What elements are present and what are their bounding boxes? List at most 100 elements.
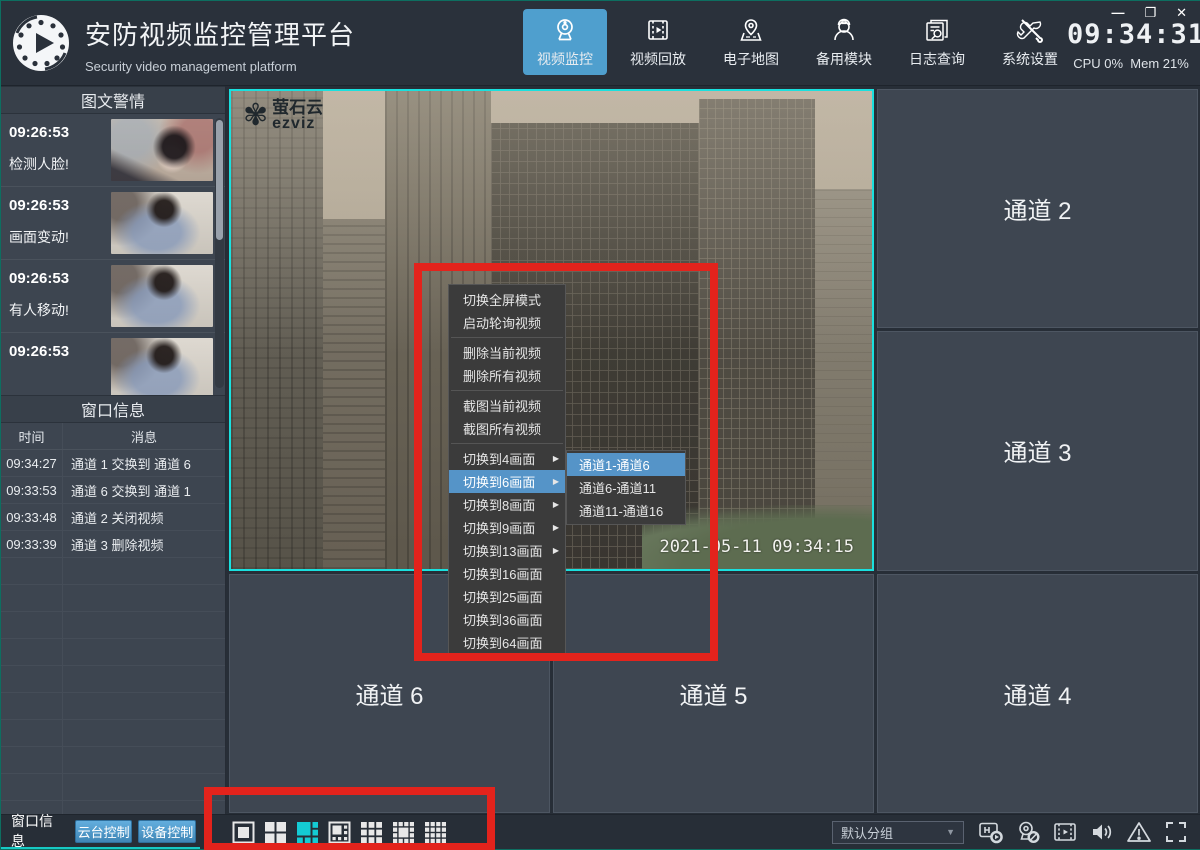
table-row[interactable]: 09:33:53 通道 6 交换到 通道 1: [1, 477, 225, 504]
context-submenu: 通道1-通道6 通道6-通道11 通道11-通道16: [566, 450, 686, 525]
menu-item-start-polling[interactable]: 启动轮询视频: [449, 311, 565, 334]
menu-item-switch-8[interactable]: 切换到8画面 ▶: [449, 493, 565, 516]
video-file-icon[interactable]: [1052, 819, 1078, 845]
bottom-toolbar: 窗口信息 云台控制 设备控制: [1, 814, 1200, 849]
submenu-item-ch6-ch11[interactable]: 通道6-通道11: [567, 476, 685, 499]
table-row[interactable]: 09:33:48 通道 2 关闭视频: [1, 504, 225, 531]
layout-1-icon[interactable]: [232, 821, 255, 844]
tab-window-info[interactable]: 窗口信息: [5, 811, 69, 850]
menu-item-delete-current[interactable]: 删除当前视频: [449, 341, 565, 364]
alarm-item[interactable]: 09:26:53 检测人脸!: [1, 114, 225, 187]
chevron-down-icon: ▼: [946, 827, 955, 837]
menu-item-switch-9[interactable]: 切换到9画面 ▶: [449, 516, 565, 539]
menu-item-delete-all[interactable]: 删除所有视频: [449, 364, 565, 387]
ezviz-watermark: ✾ 萤石云 ezviz: [243, 99, 323, 132]
video-cell-channel-2[interactable]: 通道 2: [877, 89, 1198, 328]
menu-item-switch-4[interactable]: 切换到4画面 ▶: [449, 447, 565, 470]
layout-16-icon[interactable]: [424, 821, 447, 844]
alarm-item[interactable]: 09:26:53: [1, 333, 225, 395]
table-row-empty: [1, 774, 225, 801]
alarm-time: 09:26:53: [9, 197, 69, 214]
alarm-message: 检测人脸!: [9, 154, 69, 174]
tools-icon: [1016, 16, 1044, 44]
alarm-thumbnail[interactable]: [111, 265, 213, 327]
alarm-thumbnail[interactable]: [111, 119, 213, 181]
alarm-item[interactable]: 09:26:53 有人移动!: [1, 260, 225, 333]
alarm-message: 有人移动!: [9, 300, 69, 320]
menu-item-fullscreen[interactable]: 切换全屏模式: [449, 288, 565, 311]
bottom-tab-group: 窗口信息 云台控制 设备控制: [1, 815, 200, 849]
menu-item-switch-36[interactable]: 切换到36画面: [449, 608, 565, 631]
table-row[interactable]: 09:34:27 通道 1 交换到 通道 6: [1, 450, 225, 477]
log-search-icon: [923, 16, 951, 44]
nav-e-map[interactable]: 电子地图: [709, 9, 793, 75]
alarm-list: 09:26:53 检测人脸! 09:26:53 画面变动! 09:26:53 有…: [1, 114, 225, 395]
submenu-arrow-icon: ▶: [553, 523, 559, 532]
tab-device-control[interactable]: 设备控制: [138, 820, 196, 843]
layout-6-icon-active[interactable]: [296, 821, 319, 844]
main-nav: 视频监控 视频回放 电子地图: [523, 9, 1072, 75]
title-bar: 安防视频监控管理平台 Security video management pla…: [1, 1, 1200, 86]
ezviz-logo-icon: ✾: [243, 101, 268, 131]
left-sidebar: 图文警情 09:26:53 检测人脸! 09:26:53 画面变动! 09:26…: [1, 86, 226, 819]
menu-item-switch-64[interactable]: 切换到64画面: [449, 631, 565, 654]
menu-item-snapshot-all[interactable]: 截图所有视频: [449, 417, 565, 440]
nav-video-monitor[interactable]: 视频监控: [523, 9, 607, 75]
alarm-item[interactable]: 09:26:53 画面变动!: [1, 187, 225, 260]
fullscreen-icon[interactable]: [1163, 819, 1189, 845]
scrollbar-track[interactable]: [215, 118, 224, 388]
channel-label: 通道 3: [1003, 433, 1071, 468]
table-row-empty: [1, 558, 225, 585]
scrollbar-thumb[interactable]: [216, 120, 223, 240]
menu-separator: [451, 337, 563, 338]
video-cell-channel-5[interactable]: 通道 5: [553, 574, 874, 813]
layout-4-icon[interactable]: [264, 821, 287, 844]
video-timestamp: 2021-05-11 09:34:15: [660, 537, 854, 557]
menu-item-switch-13[interactable]: 切换到13画面 ▶: [449, 539, 565, 562]
table-row[interactable]: 09:33:39 通道 3 删除视频: [1, 531, 225, 558]
submenu-item-ch11-ch16[interactable]: 通道11-通道16: [567, 499, 685, 522]
nav-system-settings[interactable]: 系统设置: [988, 9, 1072, 75]
table-row-empty: [1, 612, 225, 639]
camera-off-icon[interactable]: [1015, 819, 1041, 845]
submenu-item-ch1-ch6[interactable]: 通道1-通道6: [567, 453, 685, 476]
nav-video-playback[interactable]: 视频回放: [616, 9, 700, 75]
menu-item-snapshot-current[interactable]: 截图当前视频: [449, 394, 565, 417]
clock-block: 09:34:31 CPU 0% Mem 21%: [1067, 19, 1195, 71]
col-time: 时间: [1, 423, 63, 449]
window-info-table: 时间 消息 09:34:27 通道 1 交换到 通道 6 09:33:53 通道…: [1, 423, 225, 828]
layout-8-icon[interactable]: [328, 821, 351, 844]
layout-13-icon[interactable]: [392, 821, 415, 844]
menu-item-switch-6[interactable]: 切换到6画面 ▶: [449, 470, 565, 493]
layout-9-icon[interactable]: [360, 821, 383, 844]
table-row-empty: [1, 639, 225, 666]
mem-usage: Mem 21%: [1130, 56, 1189, 71]
menu-separator: [451, 390, 563, 391]
video-grid: ✾ 萤石云 ezviz 2021-05-11 09:34:15 通道 2 通道 …: [226, 86, 1200, 816]
submenu-arrow-icon: ▶: [553, 454, 559, 463]
alarm-time: 09:26:53: [9, 343, 69, 360]
alarm-thumbnail[interactable]: [111, 192, 213, 254]
col-message: 消息: [63, 423, 225, 449]
video-cell-channel-3[interactable]: 通道 3: [877, 331, 1198, 570]
menu-item-switch-25[interactable]: 切换到25画面: [449, 585, 565, 608]
channel-label: 通道 4: [1003, 676, 1071, 711]
map-pin-icon: [737, 16, 765, 44]
video-cell-channel-4[interactable]: 通道 4: [877, 574, 1198, 813]
app-subtitle: Security video management platform: [85, 59, 355, 74]
hd-stream-icon[interactable]: [978, 819, 1004, 845]
channel-label: 通道 2: [1003, 191, 1071, 226]
alarm-message: 画面变动!: [9, 227, 69, 247]
cpu-usage: CPU 0%: [1073, 56, 1123, 71]
tab-ptz-control[interactable]: 云台控制: [75, 820, 133, 843]
volume-icon[interactable]: [1089, 819, 1115, 845]
group-select-dropdown[interactable]: 默认分组 ▼: [832, 821, 964, 844]
nav-backup-module[interactable]: 备用模块: [802, 9, 886, 75]
menu-item-switch-16[interactable]: 切换到16画面: [449, 562, 565, 585]
alarm-thumbnail[interactable]: [111, 338, 213, 395]
app-title: 安防视频监控管理平台: [85, 15, 355, 52]
alarm-panel-title: 图文警情: [1, 86, 225, 114]
nav-log-query[interactable]: 日志查询: [895, 9, 979, 75]
alarm-warning-icon[interactable]: [1126, 819, 1152, 845]
table-row-empty: [1, 693, 225, 720]
